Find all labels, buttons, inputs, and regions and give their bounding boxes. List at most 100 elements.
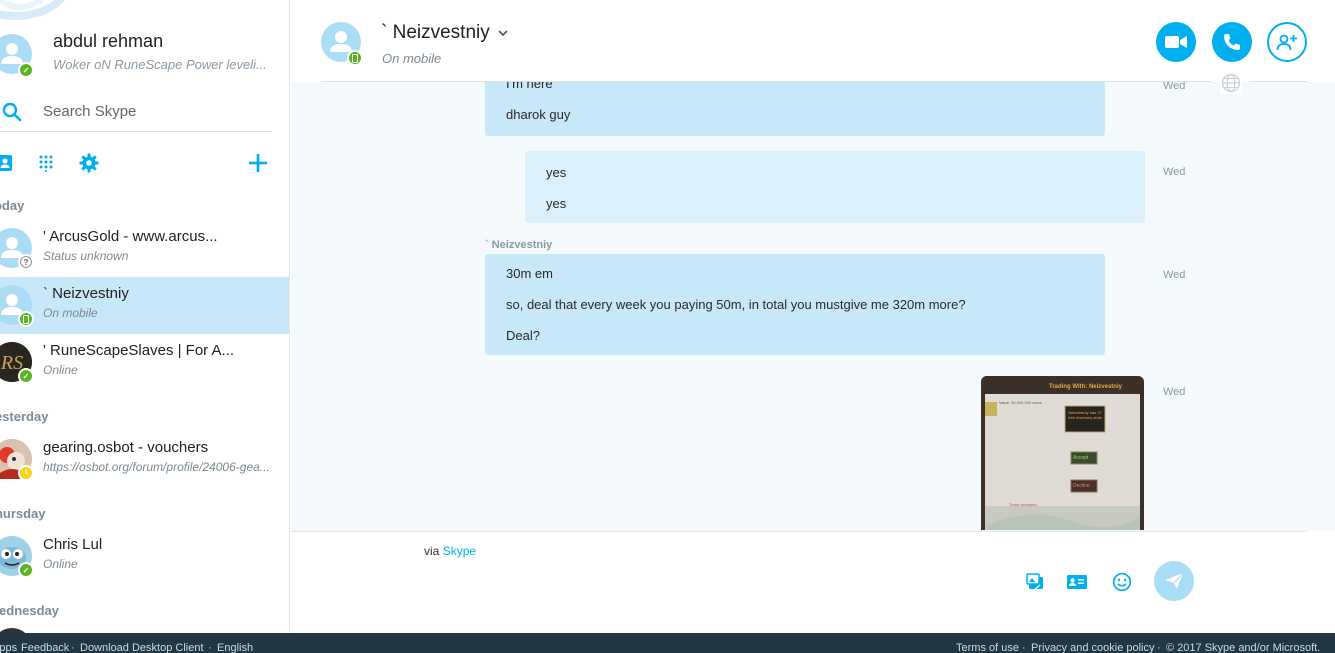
message-text: I'm here — [506, 82, 553, 91]
compose-area[interactable]: via Skype — [291, 531, 1335, 633]
via-label: via Skype — [424, 544, 476, 558]
media-upload-icon — [1026, 573, 1043, 592]
chat-title-text: ` Neizvestniy — [381, 22, 490, 43]
footer-separator: · — [208, 642, 212, 653]
footer-separator: · — [12, 642, 16, 653]
contact-name: ` Neizvestniy — [43, 285, 129, 302]
contacts-button[interactable] — [0, 152, 16, 174]
message-text: so, deal that every week you paying 50m,… — [506, 297, 966, 312]
mobile-status-icon — [18, 311, 34, 327]
footer-link-language[interactable]: English — [217, 642, 253, 653]
footer-copyright: © 2017 Skype and/or Microsoft. — [1166, 642, 1321, 653]
via-skype-link[interactable]: Skype — [443, 544, 476, 558]
contact-name: ' ArcusGold - www.arcus... — [43, 228, 218, 245]
gear-icon — [79, 153, 99, 173]
sidebar: ✓ abdul rehman Woker oN RuneScape Power … — [0, 0, 290, 633]
section-label-wednesday: Wednesday — [0, 603, 60, 618]
search-bar[interactable] — [0, 92, 272, 132]
chat-subtitle: On mobile — [382, 51, 442, 66]
contact-name: Chris Lul — [43, 536, 103, 553]
contact-name: ' RuneScapeSlaves | For A... — [43, 342, 235, 359]
message-text: Deal? — [506, 328, 540, 343]
section-label-thursday: Thursday — [0, 506, 46, 521]
mobile-status-icon — [347, 50, 363, 66]
image-decline-label: Decline — [1073, 483, 1090, 489]
footer-link-privacy[interactable]: Privacy and cookie policy — [1031, 642, 1155, 653]
footer-link-terms[interactable]: Terms of use — [956, 642, 1019, 653]
message-bubble-own[interactable]: yes yes — [525, 151, 1145, 223]
chevron-down-icon — [498, 30, 508, 36]
online-status-icon: ✓ — [18, 62, 34, 78]
contact-item[interactable]: ? ' ArcusGold - www.arcus... Status unkn… — [0, 220, 289, 277]
away-status-icon — [18, 465, 34, 481]
chat-title[interactable]: ` Neizvestniy — [381, 22, 508, 44]
footer-separator: · — [1022, 642, 1026, 653]
compose-divider — [291, 531, 1307, 532]
shared-image-message[interactable]: Trading With: Neizvestniy Value: 30,000,… — [981, 376, 1144, 530]
send-message-button[interactable] — [1154, 561, 1194, 601]
section-label-yesterday: Yesterday — [0, 409, 49, 424]
contact-status: Online — [43, 557, 78, 571]
settings-button[interactable] — [78, 152, 100, 174]
message-text: dharok guy — [506, 107, 571, 122]
contact-item[interactable]: gearing.osbot - vouchers https://osbot.o… — [0, 431, 289, 488]
message-text: 30m em — [506, 266, 553, 281]
contacts-icon — [0, 155, 12, 171]
status-unknown-icon: ? — [18, 254, 34, 270]
dialpad-button[interactable] — [35, 152, 57, 174]
contact-status: Status unknown — [43, 249, 129, 263]
contact-item-active[interactable]: ` Neizvestniy On mobile — [0, 277, 289, 334]
image-footer-label: Trade accepted — [1009, 502, 1037, 507]
contact-name: gearing.osbot - vouchers — [43, 439, 209, 456]
footer-bar: Apps · Feedback · Download Desktop Clien… — [0, 633, 1335, 653]
message-text: yes — [546, 165, 567, 180]
emoticon-button[interactable] — [1110, 571, 1134, 593]
phone-icon — [1224, 34, 1240, 50]
contact-status: Online — [43, 363, 78, 377]
chat-header: ` Neizvestniy On mobile — [291, 0, 1335, 82]
online-status-icon: ✓ — [18, 562, 34, 578]
message-text: yes — [546, 196, 567, 211]
contact-item[interactable]: RS ✓ ' RuneScapeSlaves | For A... Online — [0, 334, 289, 391]
section-label-today: Today — [0, 198, 25, 213]
message-sender: ` Neizvestniy — [485, 239, 553, 251]
add-participant-button[interactable] — [1267, 22, 1307, 62]
audio-call-button[interactable] — [1212, 22, 1252, 62]
message-bubble[interactable]: 30m em so, deal that every week you payi… — [485, 254, 1105, 355]
contact-status: https://osbot.org/forum/profile/24006-ge… — [43, 460, 270, 474]
message-timestamp: Wed — [1163, 166, 1186, 178]
message-timestamp: Wed — [1163, 269, 1186, 281]
video-call-button[interactable] — [1156, 22, 1196, 62]
via-prefix: via — [424, 544, 440, 558]
footer-link-download[interactable]: Download Desktop Client — [80, 642, 204, 653]
chat-panel: ` Neizvestniy On mobile I'm here dharok … — [291, 0, 1335, 633]
send-file-button[interactable] — [1023, 571, 1047, 593]
message-list[interactable]: I'm here dharok guy Wed yes yes Wed ` Ne… — [291, 82, 1335, 530]
contact-card-icon — [1067, 575, 1087, 589]
online-status-icon: ✓ — [18, 368, 34, 384]
search-icon — [2, 102, 22, 122]
image-value-label: Value: 30,000,000 coins — [999, 400, 1042, 405]
send-contact-button[interactable] — [1065, 571, 1089, 593]
video-camera-icon — [1165, 36, 1187, 48]
smiley-icon — [1112, 572, 1132, 592]
profile-mood[interactable]: Woker oN RuneScape Power leveli... — [53, 57, 267, 72]
new-conversation-button[interactable] — [247, 152, 269, 174]
image-trade-title: Trading With: Neizvestniy — [1049, 384, 1122, 390]
message-timestamp: Wed — [1163, 82, 1186, 92]
image-accept-label: Accept — [1073, 455, 1089, 461]
message-timestamp: Wed — [1163, 386, 1186, 398]
paper-plane-icon — [1165, 572, 1184, 589]
message-bubble[interactable]: I'm here dharok guy — [485, 82, 1105, 136]
contact-status: On mobile — [43, 306, 98, 320]
footer-separator: · — [1157, 642, 1161, 653]
footer-separator: · — [71, 642, 75, 653]
dialpad-icon — [39, 155, 53, 172]
sidebar-toolbar — [0, 148, 272, 178]
plus-icon — [249, 154, 267, 172]
contact-item[interactable]: ✓ Chris Lul Online — [0, 528, 289, 585]
footer-link-feedback[interactable]: Feedback — [21, 642, 69, 653]
search-input[interactable] — [43, 100, 263, 122]
profile-name[interactable]: abdul rehman — [53, 31, 163, 52]
profile-header[interactable]: ✓ abdul rehman Woker oN RuneScape Power … — [0, 22, 289, 82]
